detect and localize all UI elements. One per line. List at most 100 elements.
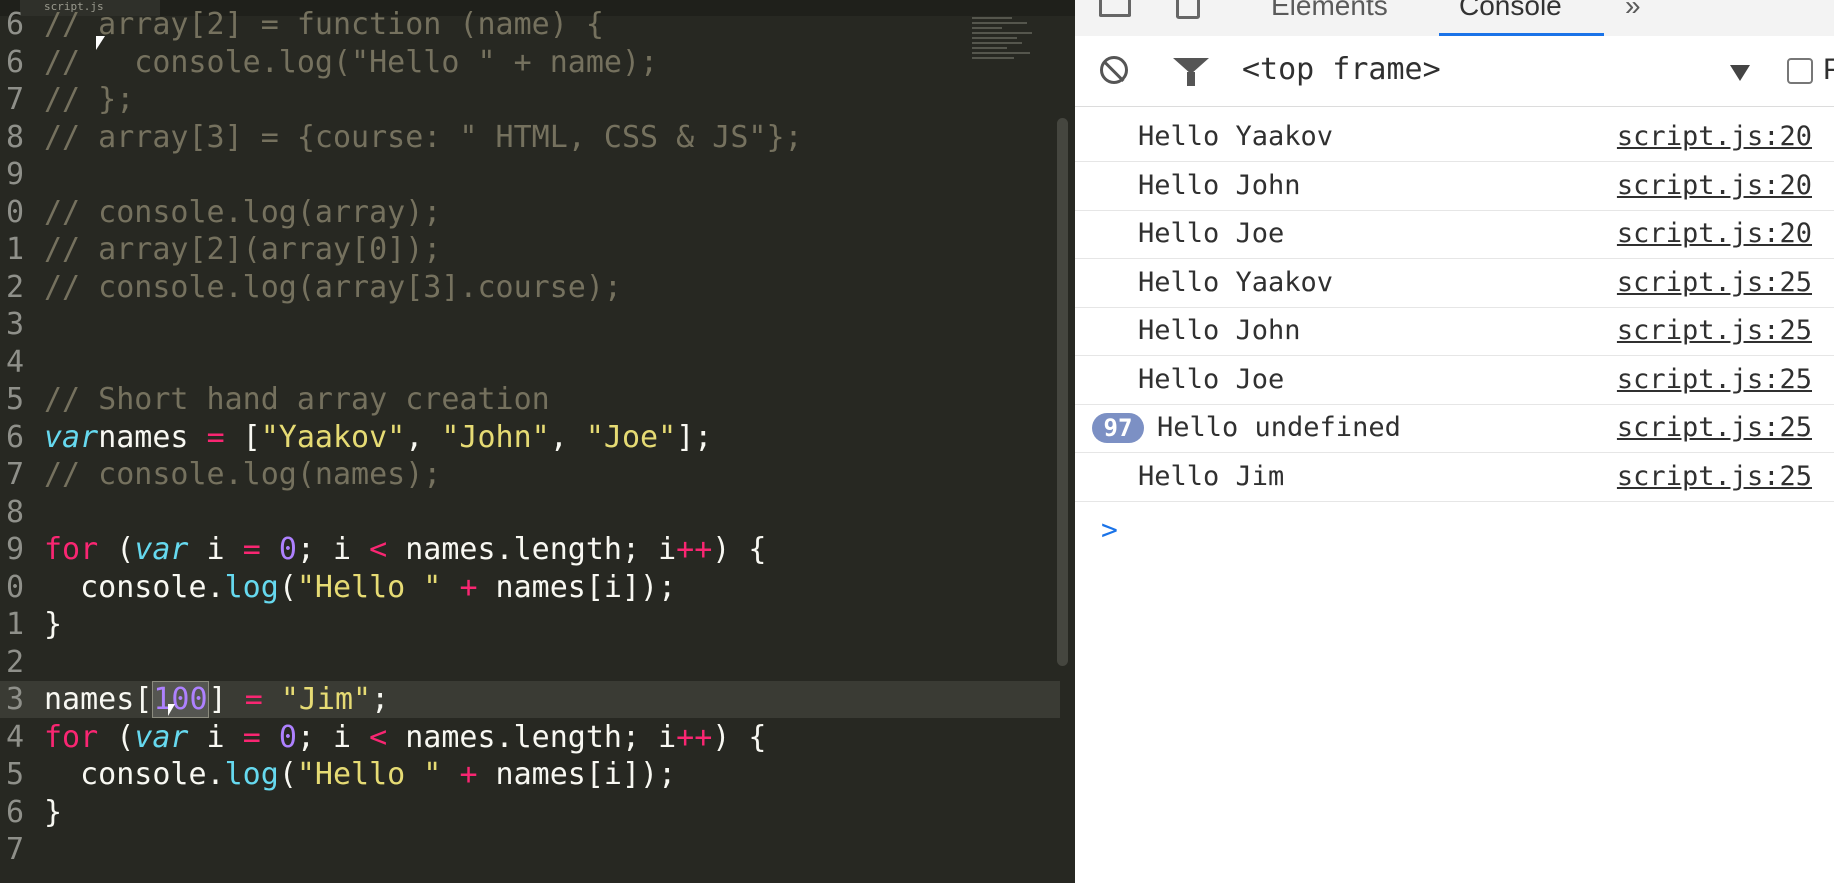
log-source-link[interactable]: script.js:25	[1617, 364, 1812, 396]
code-line[interactable]: 2	[0, 644, 1060, 681]
code-line[interactable]: 4 for (var i = 0; i < names.length; i++) …	[0, 719, 1060, 756]
code-line[interactable]: 7 // console.log(names);	[0, 456, 1060, 493]
code-token: names.length; i	[387, 532, 677, 567]
tab-elements[interactable]: Elements	[1271, 0, 1388, 26]
code-token: log	[224, 569, 279, 605]
code-text: console.log("Hello " + names[i]);	[44, 756, 676, 793]
code-token: i	[188, 532, 243, 567]
code-token: (	[278, 569, 297, 605]
console-log-row: Hello Jim script.js:25	[1075, 453, 1834, 502]
code-token: ,	[405, 419, 442, 455]
log-source-link[interactable]: script.js:20	[1617, 170, 1812, 202]
code-line[interactable]: 9	[0, 156, 1060, 193]
code-line[interactable]: 7 // };	[0, 81, 1060, 118]
log-message: Hello Joe	[1138, 363, 1285, 395]
code-line[interactable]: 7	[0, 831, 1060, 868]
log-message: Hello Yaakov	[1138, 266, 1334, 298]
code-token: names[i]);	[477, 757, 677, 792]
preserve-log-label: P	[1823, 53, 1834, 86]
code-line[interactable]: 9 for (var i = 0; i < names.length; i++) …	[0, 531, 1060, 568]
code-line[interactable]: 8 // array[3] = {course: " HTML, CSS & JS…	[0, 119, 1060, 156]
code-token: "John"	[441, 419, 550, 455]
code-token: var	[44, 419, 99, 455]
code-token: ++	[676, 532, 713, 567]
code-token: // console.log("Hello " + name);	[44, 44, 659, 80]
log-source-link[interactable]: script.js:20	[1617, 121, 1812, 153]
line-number: 3	[5, 682, 24, 717]
code-text: for (var i = 0; i < names.length; i++) {	[44, 531, 766, 568]
code-line[interactable]: 0 console.log("Hello " + names[i]);	[0, 569, 1060, 606]
frame-selector[interactable]: <top frame>	[1242, 50, 1441, 90]
clear-console-icon[interactable]	[1100, 56, 1128, 84]
editor-scrollbar[interactable]	[1057, 118, 1068, 666]
code-line[interactable]: 6 // array[2] = function (name) {	[0, 6, 1060, 43]
code-text: varnames = ["Yaakov", "John", "Joe"];	[44, 419, 712, 456]
code-text: // };	[44, 81, 134, 118]
line-number: 6	[5, 7, 24, 42]
line-number: 4	[5, 344, 24, 380]
code-line[interactable]: 6 varnames = ["Yaakov", "John", "Joe"];	[0, 419, 1060, 456]
filter-icon[interactable]	[1173, 58, 1209, 86]
line-number: 4	[5, 719, 24, 755]
log-source-link[interactable]: script.js:25	[1617, 412, 1812, 444]
inspect-element-icon[interactable]	[1099, 0, 1131, 17]
code-line[interactable]: 8	[0, 494, 1060, 531]
code-line[interactable]: 6 // console.log("Hello " + name);	[0, 44, 1060, 81]
code-line[interactable]: 5 // Short hand array creation	[0, 381, 1060, 418]
code-editor[interactable]: script.js 6// array[2] = function (name)…	[0, 0, 1075, 883]
more-tabs-button[interactable]: »	[1625, 0, 1641, 26]
code-text: // console.log("Hello " + name);	[44, 44, 658, 81]
code-token: <	[369, 719, 388, 755]
log-message: Hello John	[1138, 315, 1301, 346]
code-text: // console.log(names);	[44, 456, 441, 493]
editor-minimap[interactable]	[972, 14, 1042, 94]
code-line[interactable]: 4	[0, 344, 1060, 381]
line-number: 9	[5, 157, 24, 192]
code-line[interactable]: 6}	[0, 794, 1060, 831]
console-log-row: 97 Hello undefined script.js:25	[1075, 404, 1834, 453]
code-token: // array[3] = {course: " HTML, CSS & JS"…	[44, 119, 803, 155]
line-number: 1	[5, 607, 24, 642]
tab-console[interactable]: Console	[1459, 0, 1562, 26]
code-line[interactable]: 2 // console.log(array[3].course);	[0, 269, 1060, 306]
code-token: }	[44, 794, 63, 830]
code-token: +	[459, 757, 478, 792]
console-prompt-icon[interactable]: >	[1101, 514, 1118, 546]
code-line[interactable]: 3	[0, 306, 1060, 343]
repeat-count-badge: 97	[1092, 413, 1144, 443]
log-source-link[interactable]: script.js:25	[1617, 267, 1812, 299]
chevron-down-icon[interactable]	[1730, 65, 1750, 81]
log-message: Hello Joe	[1138, 218, 1285, 249]
code-token: // array[2](array[0]);	[44, 232, 442, 267]
line-number: 0	[5, 194, 24, 230]
log-source-link[interactable]: script.js:25	[1617, 315, 1812, 347]
line-number: 5	[5, 757, 24, 792]
device-toolbar-icon[interactable]	[1176, 0, 1200, 19]
code-line[interactable]: 1 // array[2](array[0]);	[0, 231, 1060, 268]
code-token: =	[206, 419, 225, 455]
preserve-log-checkbox[interactable]	[1787, 58, 1813, 84]
code-line[interactable]: 3 names[100] = "Jim";	[0, 681, 1060, 718]
line-number: 6	[5, 794, 24, 830]
log-source-link[interactable]: script.js:20	[1617, 218, 1812, 250]
code-token: names.length; i	[387, 719, 677, 755]
code-token: i	[188, 719, 243, 755]
code-line[interactable]: 1}	[0, 606, 1060, 643]
code-line[interactable]: 5 console.log("Hello " + names[i]);	[0, 756, 1060, 793]
code-line[interactable]: 0 // console.log(array);	[0, 194, 1060, 231]
code-token: ++	[676, 719, 713, 755]
code-token: console.	[44, 569, 225, 605]
code-token: // Short hand array creation	[44, 382, 550, 417]
code-token: console.	[44, 757, 225, 792]
console-log-row: Hello Joe script.js:25	[1075, 356, 1834, 405]
code-token: (	[98, 719, 135, 755]
log-source-link[interactable]: script.js:25	[1617, 461, 1812, 493]
line-number: 1	[5, 232, 24, 267]
code-token: names[	[44, 682, 153, 717]
log-message: Hello Jim	[1138, 460, 1285, 492]
